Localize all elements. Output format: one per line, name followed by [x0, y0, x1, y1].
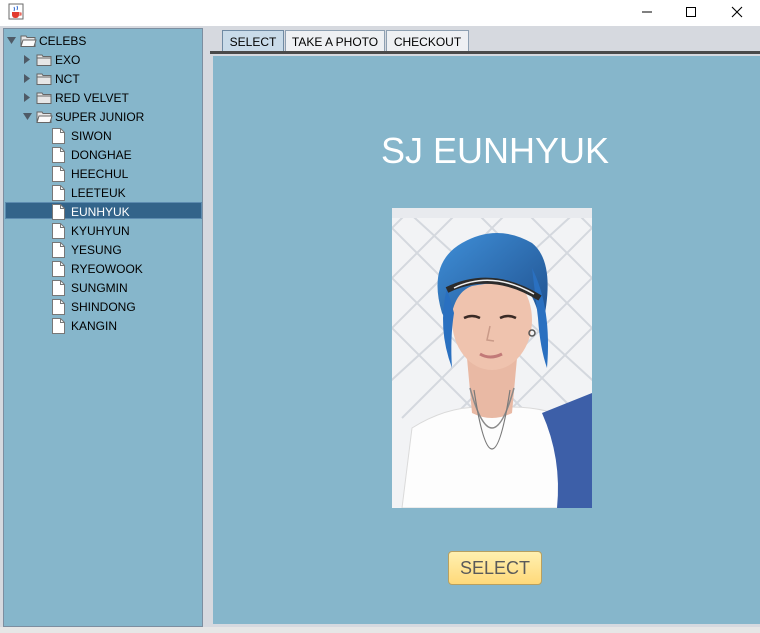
tree-node-exo[interactable]: EXO [22, 50, 82, 69]
close-icon [731, 6, 743, 18]
tree-leaf-kyuhyun[interactable]: KYUHYUN [52, 221, 132, 240]
celeb-name-title: SJ EUNHYUK [380, 130, 610, 171]
tree-node-celebs[interactable]: CELEBS [6, 31, 88, 50]
tree-leaf-label: KYUHYUN [71, 223, 130, 238]
file-icon [52, 260, 65, 277]
tab-take-a-photo[interactable]: TAKE A PHOTO [285, 30, 385, 52]
tree-node-label: EXO [55, 52, 81, 67]
tree-leaf-label: SHINDONG [71, 299, 136, 314]
tree-leaf-label: SIWON [71, 128, 112, 143]
tree-leaf-leeteuk[interactable]: LEETEUK [52, 183, 128, 202]
file-icon [52, 203, 65, 220]
tree-node-super-junior[interactable]: SUPER JUNIOR [22, 107, 146, 126]
folder-icon [36, 92, 52, 104]
tree-leaf-siwon[interactable]: SIWON [52, 126, 114, 145]
open-folder-icon [20, 35, 37, 47]
java-cup-icon [8, 3, 24, 20]
tree-leaf-kangin[interactable]: KANGIN [52, 316, 119, 335]
tree-leaf-label: RYEOWOOK [71, 261, 143, 276]
tree-node-label: SUPER JUNIOR [55, 109, 145, 124]
select-button[interactable]: SELECT [448, 551, 542, 585]
tab-underline [210, 51, 760, 54]
tree-leaf-donghae[interactable]: DONGHAE [52, 145, 134, 164]
open-folder-icon [36, 111, 53, 123]
tree-leaf-label: KANGIN [71, 318, 118, 333]
tree-node-label: NCT [55, 71, 80, 86]
maximize-icon [686, 7, 696, 17]
tree-leaf-label: HEECHUL [71, 166, 129, 181]
file-icon [52, 165, 65, 182]
tree-leaf-label: YESUNG [71, 242, 122, 257]
tree-node-nct[interactable]: NCT [22, 69, 82, 88]
tree-leaf-label: EUNHYUK [71, 204, 130, 219]
split-pane-divider[interactable] [204, 28, 210, 627]
title-bar [0, 0, 760, 26]
tree-node-red-velvet[interactable]: RED VELVET [22, 88, 131, 107]
tree-leaf-label: DONGHAE [71, 147, 132, 162]
minimize-icon [642, 11, 652, 13]
folder-icon [36, 54, 52, 66]
file-icon [52, 298, 65, 315]
celeb-photo [392, 208, 592, 508]
tree-leaf-yesung[interactable]: YESUNG [52, 240, 124, 259]
file-icon [52, 127, 65, 144]
close-button[interactable] [714, 0, 760, 24]
tree-leaf-label: LEETEUK [71, 185, 126, 200]
status-strip [0, 627, 760, 633]
collapsed-arrow-icon[interactable] [22, 93, 32, 103]
maximize-button[interactable] [668, 0, 714, 24]
expanded-arrow-icon[interactable] [6, 36, 16, 46]
file-icon [52, 184, 65, 201]
expanded-arrow-icon[interactable] [22, 112, 32, 122]
celebs-tree[interactable]: CELEBS EXO NCT RED VELVET SUPER JUNIOR S… [3, 28, 203, 627]
tree-leaf-ryeowook[interactable]: RYEOWOOK [52, 259, 145, 278]
tree-leaf-sungmin[interactable]: SUNGMIN [52, 278, 130, 297]
tree-leaf-eunhyuk[interactable]: EUNHYUK [52, 202, 132, 221]
collapsed-arrow-icon[interactable] [22, 74, 32, 84]
tab-checkout[interactable]: CHECKOUT [386, 30, 469, 52]
tree-node-label: RED VELVET [55, 90, 129, 105]
minimize-button[interactable] [624, 0, 670, 24]
tree-node-label: CELEBS [39, 33, 87, 48]
tree-leaf-heechul[interactable]: HEECHUL [52, 164, 130, 183]
file-icon [52, 279, 65, 296]
collapsed-arrow-icon[interactable] [22, 55, 32, 65]
select-panel: SJ EUNHYUK SELECT [213, 56, 760, 624]
file-icon [52, 222, 65, 239]
file-icon [52, 241, 65, 258]
file-icon [52, 146, 65, 163]
folder-icon [36, 73, 52, 85]
file-icon [52, 317, 65, 334]
tree-leaf-label: SUNGMIN [71, 280, 128, 295]
tree-leaf-shindong[interactable]: SHINDONG [52, 297, 138, 316]
tab-select[interactable]: SELECT [222, 30, 284, 52]
